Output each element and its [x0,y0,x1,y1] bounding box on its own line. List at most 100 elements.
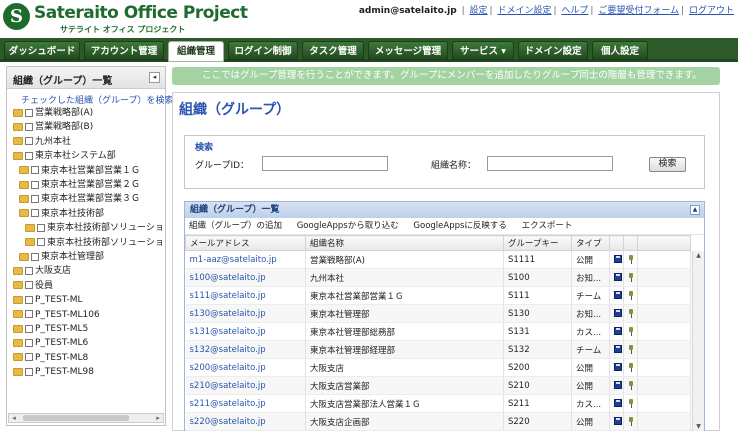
tree-checkbox[interactable] [31,209,39,218]
tree-checkbox[interactable] [25,295,33,304]
tree-checkbox[interactable] [25,151,33,160]
floppy-disk-icon[interactable] [614,399,622,407]
tree-item[interactable]: P_TEST-ML5 [13,323,88,336]
tree-item[interactable]: 営業戦略部(A) [13,107,93,120]
link-feedback-form[interactable]: ご要望受付フォーム [598,6,679,16]
link-settings[interactable]: 設定 [470,6,488,16]
floppy-disk-icon[interactable] [614,273,622,281]
scrollbar-thumb[interactable] [23,415,129,421]
tree-checkbox[interactable] [31,180,39,189]
table-row[interactable]: s211@satelaito.jp 大阪支店営業部法人営業１Ｇ S211 カス... [185,394,691,413]
tab-login-control[interactable]: ログイン制御 [228,41,298,60]
search-checked-link[interactable]: チェックした組織（グループ）を検索 [7,89,173,108]
col-org-name[interactable]: 組織名称 [305,235,504,251]
table-row[interactable]: s111@satelaito.jp 東京本社営業部営業１Ｇ S111 チーム [185,286,691,305]
tree-checkbox[interactable] [25,137,33,146]
tree-checkbox[interactable] [37,223,45,232]
tree-checkbox[interactable] [25,324,33,333]
collapse-icon[interactable]: ◂ [149,72,160,83]
table-row[interactable]: m1-aaz@satelaito.jp 営業戦略部(A) S1111 公開 [185,250,691,269]
row-email[interactable]: s111@satelaito.jp [185,286,306,305]
table-row[interactable]: s220@satelaito.jp 大阪支店企画部 S220 公開 [185,412,691,431]
pin-icon[interactable] [628,362,634,372]
tree-checkbox[interactable] [25,122,33,131]
tree-item[interactable]: P_TEST-ML8 [13,352,88,365]
pin-icon[interactable] [628,398,634,408]
scroll-down-icon[interactable]: ▼ [693,422,704,431]
tree-item[interactable]: 東京本社技術部ソリューション [25,237,165,250]
tree-checkbox[interactable] [31,252,39,261]
tab-dashboard[interactable]: ダッシュボード [4,41,80,60]
floppy-disk-icon[interactable] [614,309,622,317]
pin-icon[interactable] [628,326,634,336]
tree-checkbox[interactable] [31,166,39,175]
table-row[interactable]: s100@satelaito.jp 九州本社 S100 お知... [185,268,691,287]
link-domain-settings[interactable]: ドメイン設定 [497,6,551,16]
tree-checkbox[interactable] [25,338,33,347]
tree-item[interactable]: 東京本社システム部 [13,150,116,163]
pin-icon[interactable] [628,380,634,390]
group-id-input[interactable] [262,156,388,171]
sync-to-googleapps-button[interactable]: GoogleAppsに反映する [413,221,507,231]
tree-item[interactable]: 東京本社技術部ソリューション [25,222,165,235]
pin-icon[interactable] [628,308,634,318]
tab-services[interactable]: サービス ▾ [452,41,514,60]
tree-item[interactable]: 営業戦略部(B) [13,121,93,134]
add-group-button[interactable]: 組織（グループ）の追加 [189,221,282,231]
table-row[interactable]: s200@satelaito.jp 大阪支店 S200 公開 [185,358,691,377]
floppy-disk-icon[interactable] [614,345,622,353]
link-help[interactable]: ヘルプ [561,6,588,16]
tree-checkbox[interactable] [25,108,33,117]
col-group-key[interactable]: グループキー [503,235,572,251]
pin-icon[interactable] [628,416,634,426]
horizontal-scrollbar[interactable]: ◂ ▸ [8,413,164,423]
scroll-right-icon[interactable]: ▸ [153,414,163,422]
import-from-googleapps-button[interactable]: GoogleAppsから取り込む [297,221,399,231]
row-email[interactable]: s211@satelaito.jp [185,394,306,413]
floppy-disk-icon[interactable] [614,381,622,389]
row-email[interactable]: m1-aaz@satelaito.jp [185,250,306,269]
tree-checkbox[interactable] [31,194,39,203]
floppy-disk-icon[interactable] [614,255,622,263]
tree-checkbox[interactable] [25,266,33,275]
tab-tasks[interactable]: タスク管理 [302,41,364,60]
row-email[interactable]: s131@satelaito.jp [185,322,306,341]
org-name-input[interactable] [487,156,613,171]
tab-organizations[interactable]: 組織管理 [168,41,224,62]
row-email[interactable]: s100@satelaito.jp [185,268,306,287]
pin-icon[interactable] [628,290,634,300]
tree-item[interactable]: 東京本社営業部営業３Ｇ [19,193,140,206]
tree-checkbox[interactable] [25,281,33,290]
tree-item[interactable]: 九州本社 [13,136,71,149]
link-logout[interactable]: ログアウト [689,6,734,16]
tab-domain-settings[interactable]: ドメイン設定 [518,41,588,60]
tree-checkbox[interactable] [25,310,33,319]
row-email[interactable]: s132@satelaito.jp [185,340,306,359]
export-button[interactable]: エクスポート [522,221,573,231]
tree-checkbox[interactable] [37,238,45,247]
search-button[interactable]: 検索 [649,157,686,172]
tree-item[interactable]: 役員 [13,280,53,293]
tab-personal-settings[interactable]: 個人設定 [592,41,648,60]
table-row[interactable]: s131@satelaito.jp 東京本社管理部総務部 S131 カス... [185,322,691,341]
tree-item[interactable]: P_TEST-ML98 [13,366,94,379]
pin-icon[interactable] [628,272,634,282]
floppy-disk-icon[interactable] [614,363,622,371]
pin-icon[interactable] [628,344,634,354]
table-row[interactable]: s130@satelaito.jp 東京本社管理部 S130 お知... [185,304,691,323]
table-row[interactable]: s210@satelaito.jp 大阪支店営業部 S210 公開 [185,376,691,395]
floppy-disk-icon[interactable] [614,291,622,299]
tree-item[interactable]: 東京本社管理部 [19,251,104,264]
tree-item[interactable]: 東京本社技術部 [19,208,104,221]
tab-accounts[interactable]: アカウント管理 [84,41,164,60]
tree-item[interactable]: P_TEST-ML [13,294,83,307]
pin-icon[interactable] [628,254,634,264]
tree-checkbox[interactable] [25,367,33,376]
collapse-up-icon[interactable]: ▲ [690,205,700,215]
vertical-scrollbar[interactable]: ▲ ▼ [692,251,704,431]
tree-item[interactable]: P_TEST-ML6 [13,337,88,350]
tree-checkbox[interactable] [25,353,33,362]
table-row[interactable]: s132@satelaito.jp 東京本社管理部経理部 S132 チーム [185,340,691,359]
row-email[interactable]: s210@satelaito.jp [185,376,306,395]
row-email[interactable]: s200@satelaito.jp [185,358,306,377]
